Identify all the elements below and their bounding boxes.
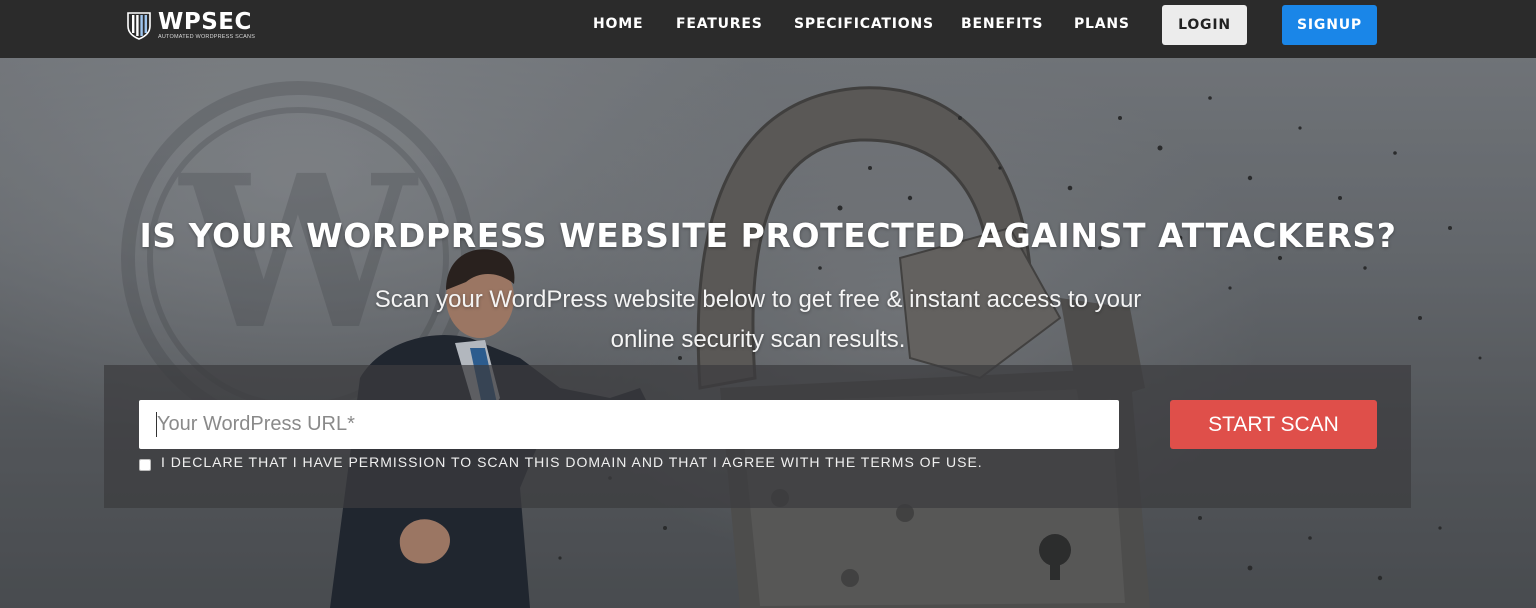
- text-cursor: [156, 412, 157, 437]
- nav-features[interactable]: FEATURES: [676, 16, 763, 32]
- hero-headline: IS YOUR WORDPRESS WEBSITE PROTECTED AGAI…: [139, 216, 1397, 255]
- wordpress-url-input[interactable]: [139, 400, 1119, 449]
- hero-section: W IS YOUR WORDPRESS WEBSITE PROTECTED AG…: [0, 58, 1536, 608]
- scan-form-panel: START SCAN I DECLARE THAT I HAVE PERMISS…: [104, 365, 1411, 508]
- brand-name: WPSEC: [158, 8, 252, 35]
- nav-specifications[interactable]: SPECIFICATIONS: [794, 16, 934, 32]
- permission-declaration-text[interactable]: I DECLARE THAT I HAVE PERMISSION TO SCAN…: [161, 454, 983, 470]
- signup-button[interactable]: SIGNUP: [1282, 5, 1377, 45]
- shield-stripes-icon: [127, 12, 151, 40]
- login-button[interactable]: LOGIN: [1162, 5, 1247, 45]
- top-navbar: WPSEC AUTOMATED WORDPRESS SCANS HOME FEA…: [0, 0, 1536, 58]
- nav-benefits[interactable]: BENEFITS: [961, 16, 1043, 32]
- nav-home[interactable]: HOME: [593, 16, 643, 32]
- permission-declaration: I DECLARE THAT I HAVE PERMISSION TO SCAN…: [139, 454, 983, 471]
- brand-tagline: AUTOMATED WORDPRESS SCANS: [158, 33, 256, 40]
- permission-checkbox[interactable]: [139, 458, 151, 471]
- hero-subline: Scan your WordPress website below to get…: [374, 286, 1142, 353]
- brand-logo[interactable]: WPSEC AUTOMATED WORDPRESS SCANS: [124, 8, 255, 42]
- start-scan-button[interactable]: START SCAN: [1170, 400, 1377, 449]
- nav-plans[interactable]: PLANS: [1074, 16, 1130, 32]
